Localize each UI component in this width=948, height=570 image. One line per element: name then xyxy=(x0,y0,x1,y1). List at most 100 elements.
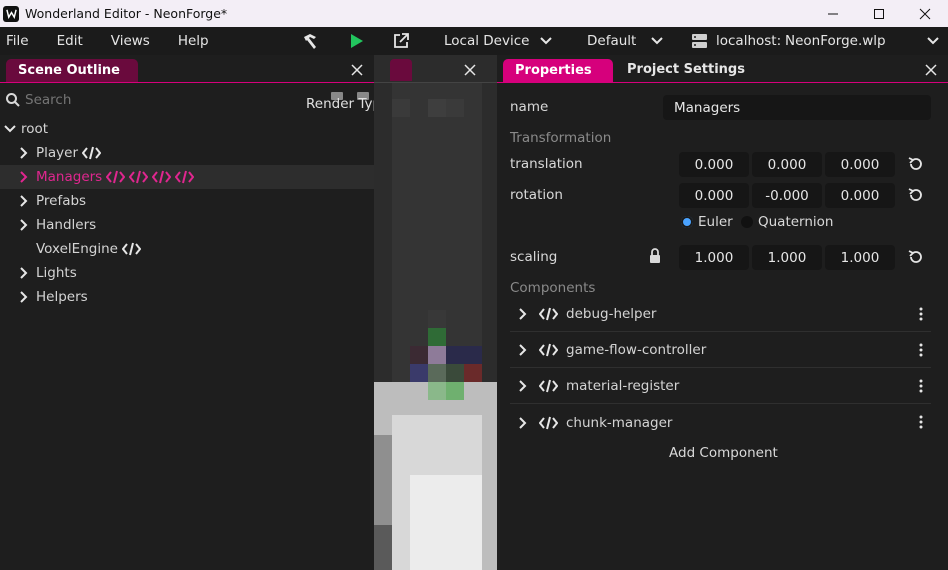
component-row-material-register[interactable]: material-register xyxy=(510,369,931,404)
euler-radio[interactable] xyxy=(681,216,693,228)
reset-icon[interactable] xyxy=(907,186,925,204)
viewport-pixel xyxy=(464,364,482,382)
tab-properties[interactable]: Properties xyxy=(503,59,613,82)
translation-x-field[interactable]: 0.000 xyxy=(679,152,749,177)
transformation-header: Transformation xyxy=(510,130,612,146)
scaling-x-field[interactable]: 1.000 xyxy=(679,245,749,270)
reset-icon[interactable] xyxy=(907,248,925,266)
title-bar: Wonderland Editor - NeonForge* xyxy=(0,0,948,27)
euler-label: Euler xyxy=(698,214,733,230)
add-component-button[interactable]: Add Component xyxy=(669,445,778,461)
search-input[interactable] xyxy=(25,92,295,108)
menu-views[interactable]: Views xyxy=(105,33,156,49)
viewport-pixel xyxy=(464,346,482,364)
components-header: Components xyxy=(510,280,596,296)
rotation-x-value: 0.000 xyxy=(694,187,734,204)
app-logo-icon xyxy=(3,5,19,22)
tree-item-helpers[interactable]: Helpers xyxy=(0,285,374,309)
chevron-down-icon[interactable] xyxy=(539,34,553,48)
menu-edit[interactable]: Edit xyxy=(51,33,89,49)
profile-select[interactable]: Default xyxy=(587,33,636,49)
chevron-right-icon[interactable] xyxy=(515,378,531,394)
chevron-right-icon[interactable] xyxy=(16,193,32,209)
menu-help[interactable]: Help xyxy=(172,33,215,49)
lock-icon[interactable] xyxy=(648,248,662,264)
chevron-right-icon[interactable] xyxy=(515,306,531,322)
chevron-down-icon[interactable] xyxy=(650,34,664,48)
open-external-icon[interactable] xyxy=(393,32,410,49)
quaternion-radio[interactable] xyxy=(741,216,753,228)
chevron-right-icon[interactable] xyxy=(16,289,32,305)
component-row-chunk-manager[interactable]: chunk-manager xyxy=(510,405,931,440)
name-field[interactable]: Managers xyxy=(663,95,931,120)
rotation-x-field[interactable]: 0.000 xyxy=(679,183,749,208)
tree-item-voxelengine[interactable]: VoxelEngine xyxy=(0,237,374,261)
close-icon[interactable] xyxy=(462,62,478,78)
code-component-icon xyxy=(121,242,141,256)
more-options-icon[interactable] xyxy=(919,343,923,357)
name-label: name xyxy=(510,99,549,115)
rotation-label: rotation xyxy=(510,187,563,203)
tree-item-prefabs[interactable]: Prefabs xyxy=(0,189,374,213)
code-component-icon xyxy=(539,307,558,321)
viewport-pixel xyxy=(410,364,428,382)
chevron-right-icon[interactable] xyxy=(16,217,32,233)
tree-item-label: Prefabs xyxy=(36,193,87,209)
translation-z-field[interactable]: 0.000 xyxy=(825,152,895,177)
rotation-z-field[interactable]: 0.000 xyxy=(825,183,895,208)
tree-item-handlers[interactable]: Handlers xyxy=(0,213,374,237)
code-component-icon xyxy=(539,379,558,393)
translation-x-value: 0.000 xyxy=(694,156,734,173)
translation-y-field[interactable]: 0.000 xyxy=(752,152,822,177)
component-name: chunk-manager xyxy=(566,414,673,431)
tree-item-managers[interactable]: Managers xyxy=(0,165,374,189)
play-icon[interactable] xyxy=(349,33,365,49)
project-file[interactable]: NeonForge.wlp xyxy=(785,33,886,49)
server-icon xyxy=(692,34,707,48)
component-row-debug-helper[interactable]: debug-helper xyxy=(510,297,931,332)
chevron-down-icon[interactable] xyxy=(2,121,18,137)
build-hammer-icon[interactable] xyxy=(301,32,319,50)
name-value: Managers xyxy=(674,99,741,116)
tree-item-label: root xyxy=(21,121,49,137)
tree-item-label: VoxelEngine xyxy=(36,241,118,257)
scaling-z-field[interactable]: 1.000 xyxy=(825,245,895,270)
reset-icon[interactable] xyxy=(907,155,925,173)
more-options-icon[interactable] xyxy=(919,379,923,393)
close-window-button[interactable] xyxy=(902,0,948,27)
minimize-button[interactable] xyxy=(810,0,856,27)
more-options-icon[interactable] xyxy=(919,307,923,321)
scene-viewport[interactable] xyxy=(374,55,497,570)
chevron-right-icon[interactable] xyxy=(16,145,32,161)
rotation-y-field[interactable]: -0.000 xyxy=(752,183,822,208)
chevron-down-icon[interactable] xyxy=(926,34,940,48)
device-select[interactable]: Local Device xyxy=(444,33,529,49)
chevron-right-icon[interactable] xyxy=(16,265,32,281)
tree-item-root[interactable]: root xyxy=(0,117,374,141)
maximize-button[interactable] xyxy=(856,0,902,27)
scaling-y-field[interactable]: 1.000 xyxy=(752,245,822,270)
component-name: material-register xyxy=(566,378,680,394)
tab-underline xyxy=(0,82,374,83)
menu-file[interactable]: File xyxy=(0,33,35,49)
code-component-icon xyxy=(539,343,558,357)
tab-scene-outline[interactable]: Scene Outline xyxy=(6,59,138,82)
more-options-icon[interactable] xyxy=(919,415,923,429)
rotation-z-value: 0.000 xyxy=(840,187,880,204)
code-component-icon xyxy=(82,146,102,160)
scaling-z-value: 1.000 xyxy=(840,249,880,266)
viewport-tab[interactable] xyxy=(390,59,412,81)
close-icon[interactable] xyxy=(349,62,365,78)
close-icon[interactable] xyxy=(923,62,939,78)
tree-item-player[interactable]: Player xyxy=(0,141,374,165)
chevron-right-icon[interactable] xyxy=(16,169,32,185)
component-row-game-flow-controller[interactable]: game-flow-controller xyxy=(510,333,931,368)
tree-item-lights[interactable]: Lights xyxy=(0,261,374,285)
quaternion-label: Quaternion xyxy=(758,214,834,230)
translation-y-value: 0.000 xyxy=(767,156,807,173)
window-title: Wonderland Editor - NeonForge* xyxy=(25,6,228,21)
chevron-right-icon[interactable] xyxy=(515,415,531,431)
scaling-y-value: 1.000 xyxy=(767,249,807,266)
chevron-right-icon[interactable] xyxy=(515,342,531,358)
tab-project-settings[interactable]: Project Settings xyxy=(627,62,745,77)
